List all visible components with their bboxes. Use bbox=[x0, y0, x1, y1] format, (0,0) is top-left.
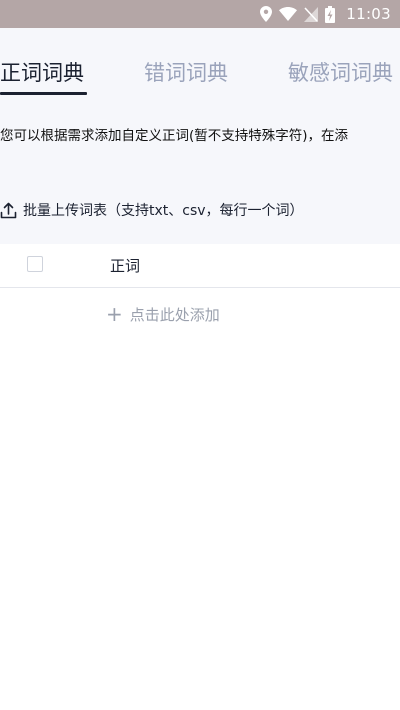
tab-wrong-words[interactable]: 错词词典 bbox=[144, 58, 228, 88]
add-word-label: 点击此处添加 bbox=[129, 305, 220, 324]
tab-correct-words[interactable]: 正词词典 bbox=[0, 58, 84, 88]
table-header: 正词 bbox=[0, 244, 400, 288]
select-all-checkbox[interactable] bbox=[27, 256, 43, 272]
batch-upload-button[interactable]: 批量上传词表（支持txt、csv，每行一个词） bbox=[0, 198, 304, 222]
tab-sensitive-words[interactable]: 敏感词词典 bbox=[288, 58, 393, 88]
location-icon bbox=[260, 6, 273, 22]
notice-text: 您可以根据需求添加自定义正词(暂不支持特殊字符)，在添 bbox=[0, 128, 349, 144]
column-header-correct-word: 正词 bbox=[110, 257, 141, 275]
dictionary-tabs: 正词词典 错词词典 敏感词词典 bbox=[0, 28, 400, 98]
dictionary-header-area: 正词词典 错词词典 敏感词词典 您可以根据需求添加自定义正词(暂不支持特殊字符)… bbox=[0, 28, 400, 244]
batch-upload-label: 批量上传词表（支持txt、csv，每行一个词） bbox=[23, 203, 304, 219]
upload-icon bbox=[0, 202, 17, 219]
battery-charging-icon bbox=[325, 5, 336, 23]
status-time: 11:03 bbox=[346, 5, 391, 23]
plus-icon: + bbox=[106, 302, 123, 326]
no-signal-icon bbox=[304, 6, 319, 22]
wifi-icon bbox=[279, 7, 298, 21]
active-tab-indicator bbox=[0, 92, 87, 95]
add-word-button[interactable]: + 点击此处添加 bbox=[106, 303, 220, 325]
status-bar: 11:03 bbox=[0, 0, 400, 28]
